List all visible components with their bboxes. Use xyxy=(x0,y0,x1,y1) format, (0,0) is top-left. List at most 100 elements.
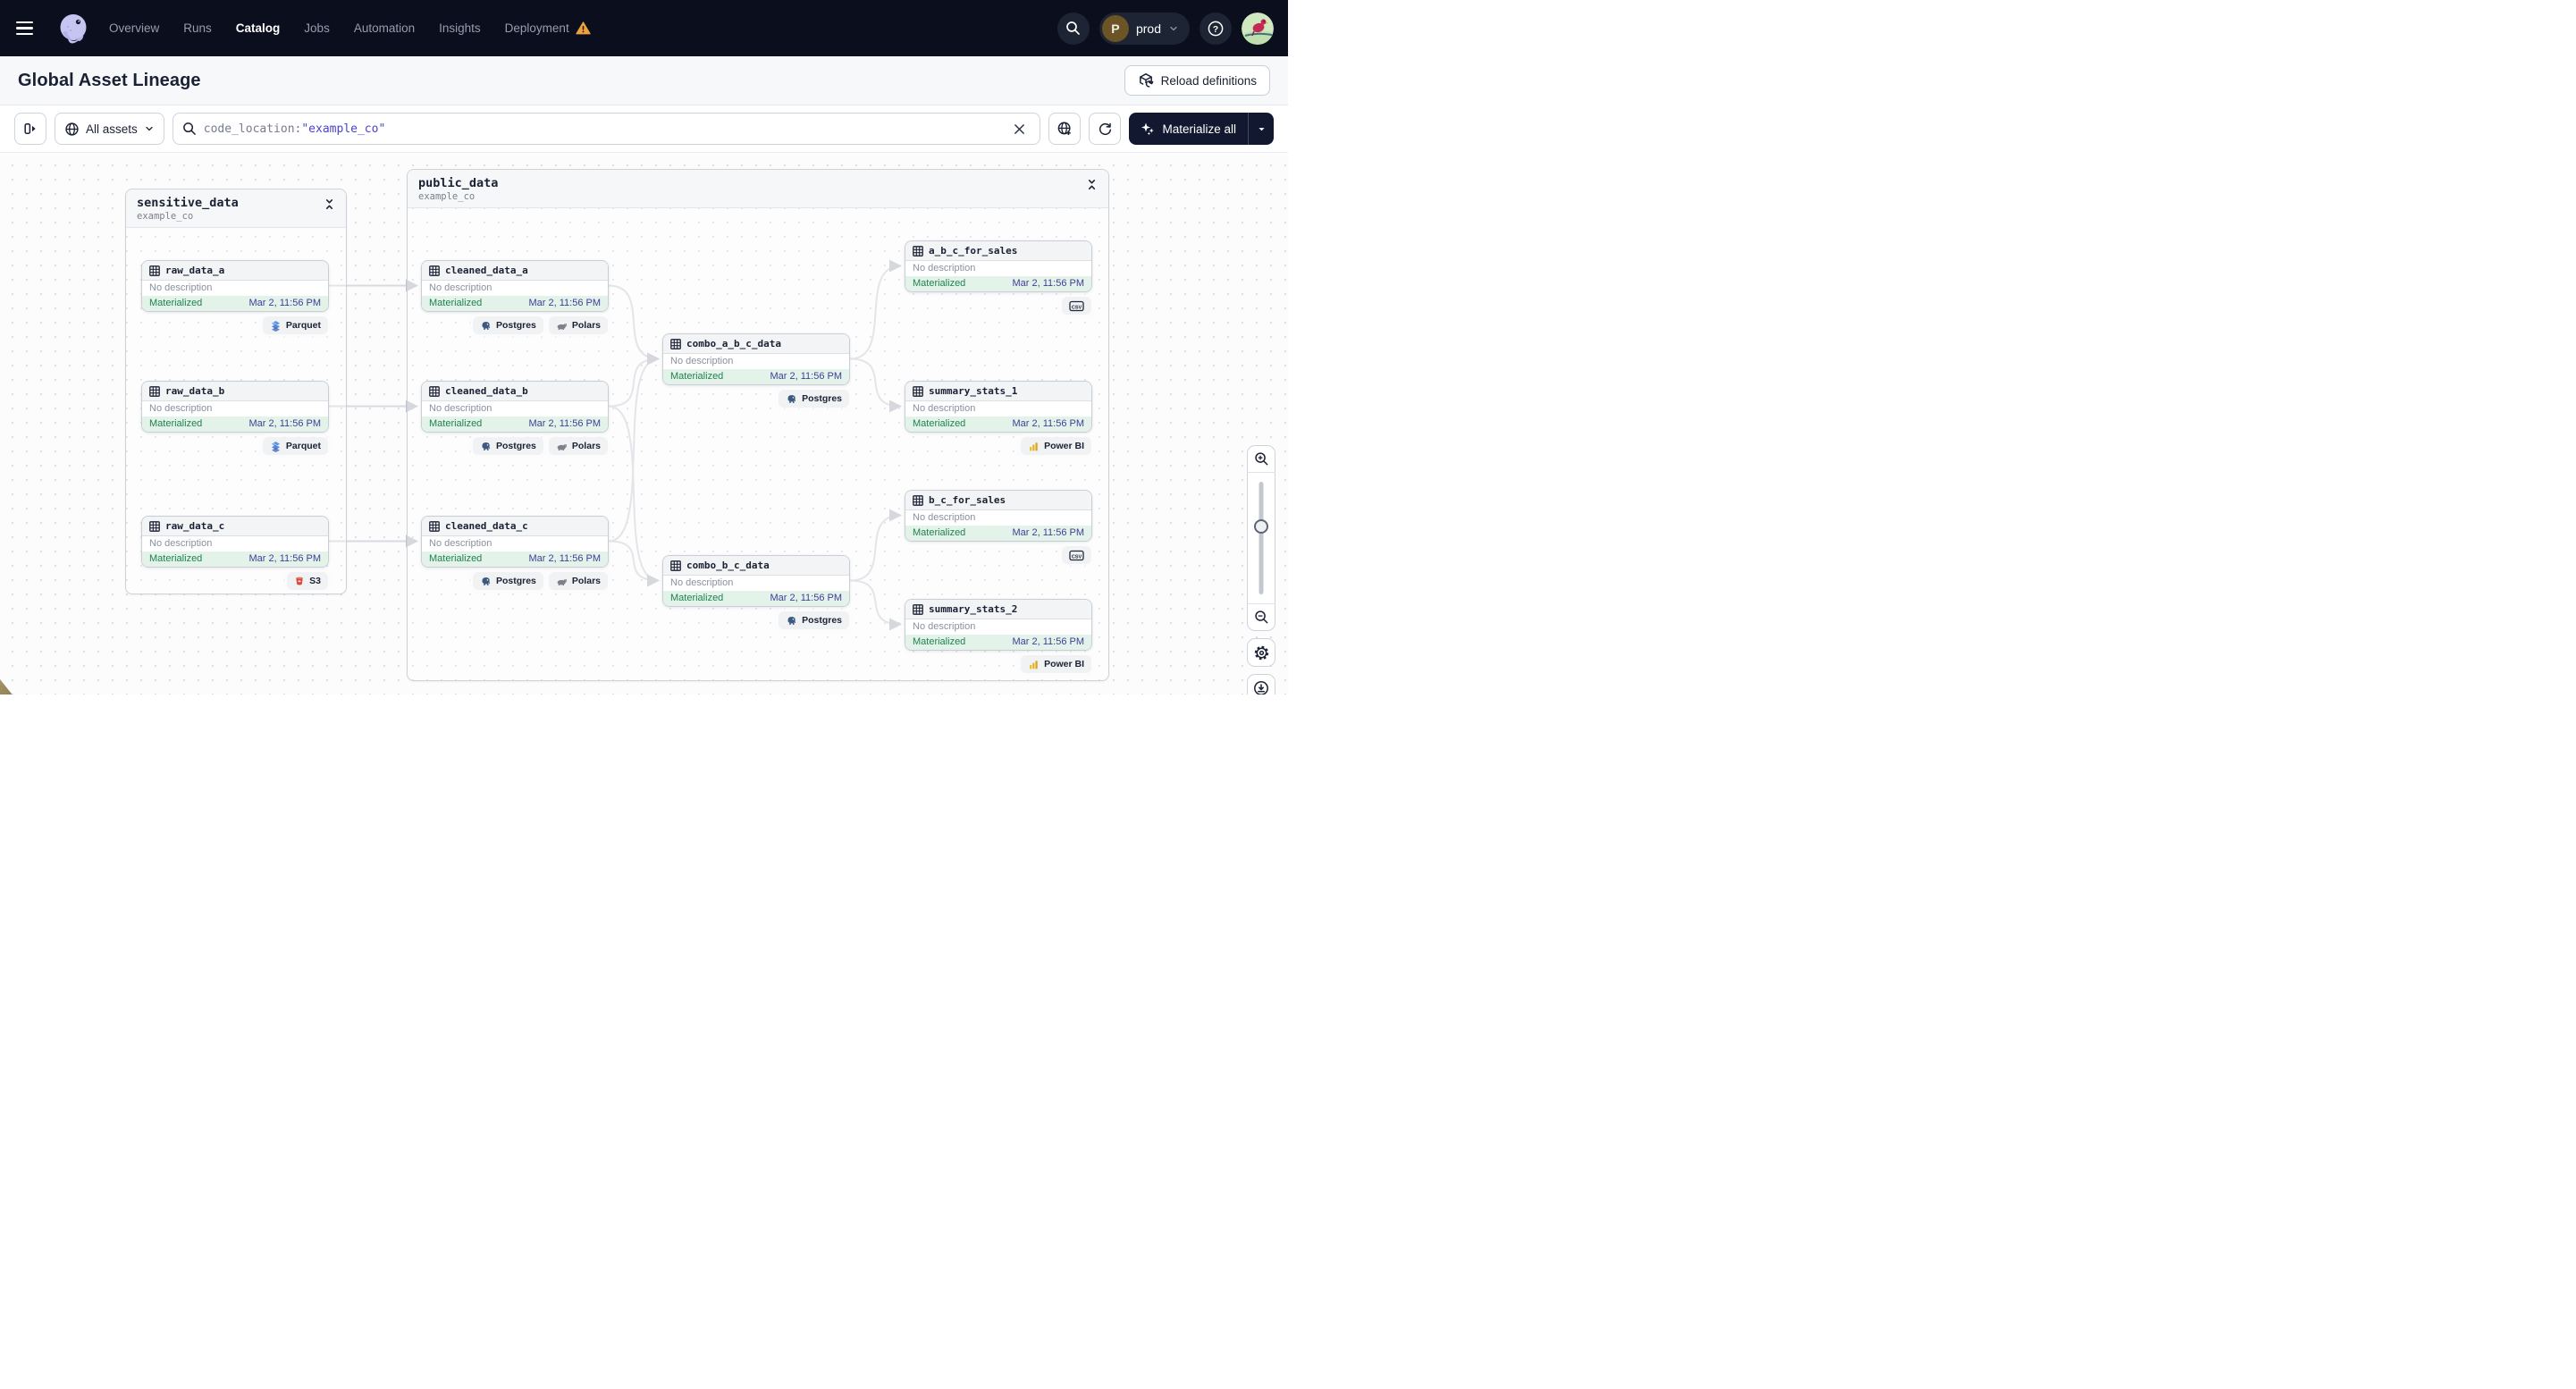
asset-tag-polars[interactable]: Polars xyxy=(548,572,608,590)
asset-tags: Parquet xyxy=(262,316,328,334)
toolbar: All assets code_location:"example_co" Ma… xyxy=(0,105,1288,152)
asset-node-cleaned_data_b[interactable]: cleaned_data_b No description Materializ… xyxy=(421,381,609,455)
global-search-button[interactable] xyxy=(1056,12,1090,45)
asset-description: No description xyxy=(149,282,213,293)
asset-tag-parquet[interactable]: Parquet xyxy=(262,316,328,334)
asset-node-summary_stats_2[interactable]: summary_stats_2 No description Materiali… xyxy=(905,599,1092,673)
nav-item-overview[interactable]: Overview xyxy=(109,21,159,35)
asset-status-row: Materialized Mar 2, 11:56 PM xyxy=(663,591,849,606)
asset-node-combo_b_c_data[interactable]: combo_b_c_data No description Materializ… xyxy=(662,555,850,629)
asset-node-cleaned_data_c[interactable]: cleaned_data_c No description Materializ… xyxy=(421,516,609,590)
asset-tag-csv[interactable]: CSV xyxy=(1062,297,1091,315)
open-panel-button[interactable] xyxy=(14,113,46,145)
asset-timestamp: Mar 2, 11:56 PM xyxy=(528,553,602,564)
asset-node-raw_data_a[interactable]: raw_data_a No description Materialized M… xyxy=(141,260,329,334)
asset-tags: Power BI xyxy=(1021,437,1091,455)
asset-tag-label: Postgres xyxy=(495,320,536,331)
asset-node-raw_data_c[interactable]: raw_data_c No description Materialized M… xyxy=(141,516,329,590)
asset-tag-postgres[interactable]: Postgres xyxy=(472,572,543,590)
asset-node-summary_stats_1[interactable]: summary_stats_1 No description Materiali… xyxy=(905,381,1092,455)
asset-node-cleaned_data_a[interactable]: cleaned_data_a No description Materializ… xyxy=(421,260,609,334)
asset-status: Materialized xyxy=(149,553,203,564)
nav-item-automation[interactable]: Automation xyxy=(354,21,415,35)
nav-item-catalog[interactable]: Catalog xyxy=(236,21,281,35)
clear-search-button[interactable] xyxy=(1007,117,1031,140)
asset-tag-postgres[interactable]: Postgres xyxy=(779,390,849,408)
asset-tag-label: Postgres xyxy=(802,615,842,626)
asset-tag-polars[interactable]: Polars xyxy=(548,437,608,455)
search-query: code_location:"example_co" xyxy=(203,122,386,136)
asset-scope-dropdown[interactable]: All assets xyxy=(55,113,164,145)
materialize-options-caret[interactable] xyxy=(1249,113,1274,145)
sparkles-icon xyxy=(1141,122,1155,136)
hamburger-menu-icon[interactable] xyxy=(16,13,46,44)
asset-timestamp: Mar 2, 11:56 PM xyxy=(770,371,843,382)
environment-name: prod xyxy=(1135,21,1161,36)
asset-graph-settings-button[interactable] xyxy=(1048,113,1082,145)
asset-status-row: Materialized Mar 2, 11:56 PM xyxy=(142,417,328,432)
postgres-icon xyxy=(786,615,797,627)
asset-node-header: b_c_for_sales xyxy=(905,491,1091,510)
user-avatar[interactable] xyxy=(1242,12,1274,45)
environment-switcher[interactable]: P prod xyxy=(1099,12,1190,45)
download-image-button[interactable] xyxy=(1247,674,1275,694)
materialize-all-button[interactable]: Materialize all xyxy=(1129,113,1274,145)
asset-status-row: Materialized Mar 2, 11:56 PM xyxy=(663,369,849,384)
zoom-slider[interactable] xyxy=(1247,473,1275,603)
asset-tags: CSV xyxy=(1062,546,1091,564)
zoom-in-button[interactable] xyxy=(1247,446,1275,473)
asset-tag-label: Parquet xyxy=(285,320,321,331)
nav-item-insights[interactable]: Insights xyxy=(439,21,481,35)
reload-definitions-button[interactable]: Reload definitions xyxy=(1124,65,1270,96)
asset-name: a_b_c_for_sales xyxy=(929,245,1018,257)
asset-tag-postgres[interactable]: Postgres xyxy=(472,316,543,334)
nav-item-jobs[interactable]: Jobs xyxy=(304,21,330,35)
asset-tag-parquet[interactable]: Parquet xyxy=(262,437,328,455)
asset-status: Materialized xyxy=(670,371,724,382)
help-button[interactable]: ? xyxy=(1200,12,1232,45)
asset-tag-power-bi[interactable]: Power BI xyxy=(1021,437,1091,455)
chevron-down-icon xyxy=(1170,26,1177,30)
nav-item-runs[interactable]: Runs xyxy=(183,21,212,35)
polars-icon xyxy=(556,320,568,332)
nav-item-label: Jobs xyxy=(304,21,330,35)
asset-node-header: raw_data_a xyxy=(142,261,328,281)
asset-description: No description xyxy=(149,538,213,549)
lineage-canvas[interactable]: sensitive_data example_co public_data ex… xyxy=(0,152,1288,694)
collapse-group-button[interactable] xyxy=(1086,176,1098,196)
asset-node-combo_a_b_c_data[interactable]: combo_a_b_c_data No description Material… xyxy=(662,333,850,408)
asset-tag-postgres[interactable]: Postgres xyxy=(472,437,543,455)
group-name: public_data xyxy=(418,176,499,190)
asset-tag-csv[interactable]: CSV xyxy=(1062,546,1091,564)
graph-settings-button[interactable] xyxy=(1247,638,1275,667)
asset-scope-label: All assets xyxy=(86,122,138,136)
collapse-group-button[interactable] xyxy=(324,196,335,215)
zoom-slider-thumb[interactable] xyxy=(1254,519,1268,534)
asset-tag-label: Power BI xyxy=(1044,441,1084,451)
asset-name: cleaned_data_a xyxy=(445,265,528,276)
dagster-logo[interactable] xyxy=(55,11,91,46)
asset-node-header: a_b_c_for_sales xyxy=(905,241,1091,261)
asset-node-header: cleaned_data_a xyxy=(422,261,608,281)
asset-search-input[interactable]: code_location:"example_co" xyxy=(172,113,1041,145)
nav-item-deployment[interactable]: Deployment xyxy=(505,21,591,35)
asset-tag-polars[interactable]: Polars xyxy=(548,316,608,334)
asset-tag-postgres[interactable]: Postgres xyxy=(779,611,849,629)
asset-status-row: Materialized Mar 2, 11:56 PM xyxy=(422,417,608,432)
refresh-button[interactable] xyxy=(1089,113,1122,145)
asset-node-raw_data_b[interactable]: raw_data_b No description Materialized M… xyxy=(141,381,329,455)
zoom-out-button[interactable] xyxy=(1247,603,1275,630)
asset-timestamp: Mar 2, 11:56 PM xyxy=(1012,636,1085,647)
asset-node-header: cleaned_data_b xyxy=(422,382,608,401)
chevron-down-icon xyxy=(1258,127,1265,130)
asset-name: b_c_for_sales xyxy=(929,494,1006,506)
asset-tag-power-bi[interactable]: Power BI xyxy=(1021,655,1091,673)
refresh-icon xyxy=(1099,122,1112,135)
panel-toggle-icon xyxy=(24,123,36,134)
asset-status: Materialized xyxy=(149,418,203,429)
asset-node-a_b_c_for_sales[interactable]: a_b_c_for_sales No description Materiali… xyxy=(905,240,1092,315)
asset-timestamp: Mar 2, 11:56 PM xyxy=(770,593,843,603)
asset-tag-s3[interactable]: S3 xyxy=(287,572,328,590)
asset-node-b_c_for_sales[interactable]: b_c_for_sales No description Materialize… xyxy=(905,490,1092,564)
asset-description: No description xyxy=(913,263,976,274)
